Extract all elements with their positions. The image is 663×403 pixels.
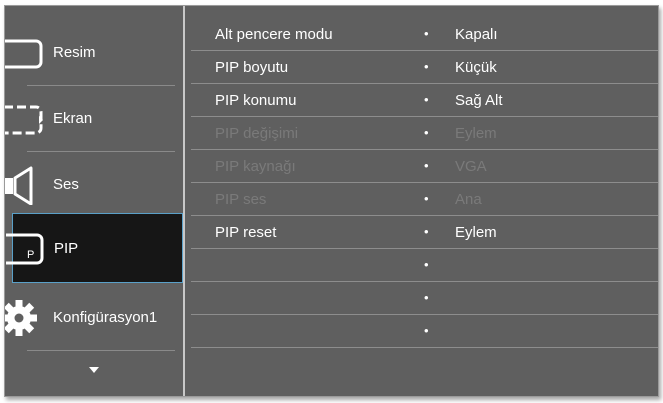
bullet-icon: • xyxy=(424,257,429,272)
setting-value: Eylem xyxy=(455,224,497,241)
bullet-icon: • xyxy=(424,224,429,239)
panel-divider xyxy=(183,6,185,396)
setting-name: Alt pencere modu xyxy=(215,26,333,43)
setting-row-empty: • xyxy=(187,249,658,282)
setting-name: PIP ses xyxy=(215,191,267,208)
sidebar-item-ses[interactable]: Ses xyxy=(5,152,183,218)
setting-name: PIP reset xyxy=(215,224,277,241)
setting-row-pip-degisimi: PIP değişimi • Eylem xyxy=(187,117,658,150)
setting-row-alt-pencere-modu[interactable]: Alt pencere modu • Kapalı xyxy=(187,18,658,51)
sidebar-item-label: Ses xyxy=(53,176,79,193)
sidebar-item-konfigurasyon1[interactable]: Konfigürasyon1 xyxy=(5,285,183,351)
sidebar-item-label: Ekran xyxy=(53,110,93,127)
row-divider xyxy=(191,347,658,348)
picture-icon xyxy=(5,39,43,69)
sidebar-item-pip[interactable]: P PIP xyxy=(6,213,183,283)
speaker-icon xyxy=(5,166,33,205)
bullet-icon: • xyxy=(424,26,429,41)
setting-value: Ana xyxy=(455,191,482,208)
screen-icon xyxy=(5,105,43,135)
osd-menu-panel: Resim Ekran Ses P PIP Konfigürasyon1 Alt… xyxy=(4,5,659,397)
setting-row-empty: • xyxy=(187,282,658,315)
bullet-icon: • xyxy=(424,59,429,74)
sidebar-item-resim[interactable]: Resim xyxy=(5,20,183,86)
bullet-icon: • xyxy=(424,158,429,173)
setting-value: Sağ Alt xyxy=(455,92,503,109)
bullet-icon: • xyxy=(424,92,429,107)
setting-value: Küçük xyxy=(455,59,497,76)
setting-name: PIP değişimi xyxy=(215,125,299,142)
sidebar-item-ekran[interactable]: Ekran xyxy=(5,86,183,152)
sidebar-item-label: PIP xyxy=(54,240,79,257)
setting-name: PIP boyutu xyxy=(215,59,289,76)
setting-name: PIP kaynağı xyxy=(215,158,296,175)
setting-row-pip-konumu[interactable]: PIP konumu • Sağ Alt xyxy=(187,84,658,117)
setting-row-pip-boyutu[interactable]: PIP boyutu • Küçük xyxy=(187,51,658,84)
bullet-icon: • xyxy=(424,191,429,206)
osd-menu-frame: Resim Ekran Ses P PIP Konfigürasyon1 Alt… xyxy=(0,0,663,403)
setting-value: Kapalı xyxy=(455,26,498,43)
setting-row-pip-kaynagi: PIP kaynağı • VGA xyxy=(187,150,658,183)
setting-row-pip-reset[interactable]: PIP reset • Eylem xyxy=(187,216,658,249)
category-sidebar: Resim Ekran Ses P PIP Konfigürasyon1 xyxy=(5,6,183,396)
pip-icon: P xyxy=(6,233,44,265)
sidebar-separator xyxy=(27,350,175,351)
bullet-icon: • xyxy=(424,323,429,338)
sidebar-item-label: Resim xyxy=(53,44,96,61)
setting-name: PIP konumu xyxy=(215,92,297,109)
down-arrow-icon[interactable] xyxy=(89,367,99,373)
setting-row-pip-ses: PIP ses • Ana xyxy=(187,183,658,216)
setting-row-empty: • xyxy=(187,315,658,348)
svg-text:P: P xyxy=(27,249,34,261)
sidebar-item-label: Konfigürasyon1 xyxy=(53,309,158,326)
bullet-icon: • xyxy=(424,290,429,305)
gear-icon xyxy=(5,300,37,336)
setting-value: Eylem xyxy=(455,125,497,142)
bullet-icon: • xyxy=(424,125,429,140)
setting-value: VGA xyxy=(455,158,487,175)
pip-settings-list: Alt pencere modu • Kapalı PIP boyutu • K… xyxy=(187,6,658,396)
